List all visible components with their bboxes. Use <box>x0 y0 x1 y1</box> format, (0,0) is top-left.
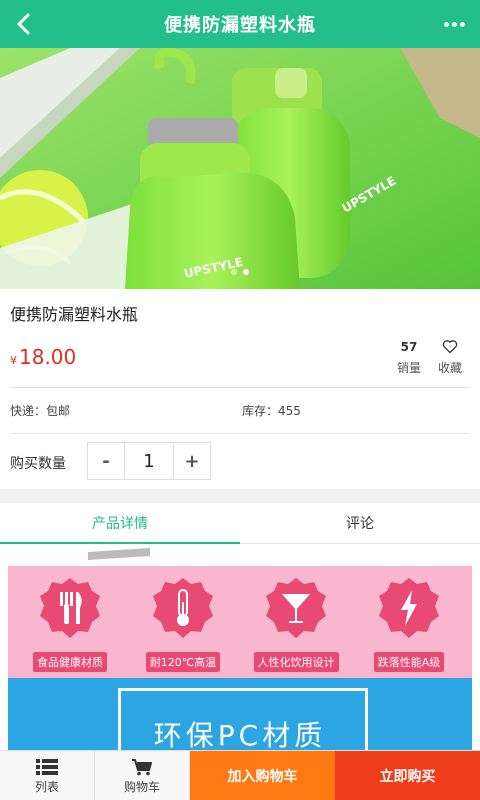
list-icon <box>36 759 58 775</box>
product-photo: UPSTYLE UPSTYLE <box>0 48 480 289</box>
feature-caption: 人性化饮用设计 <box>253 652 339 672</box>
feature-item: 跌落性能A级 <box>359 576 459 672</box>
shipping-info: 快递：包邮 <box>10 404 71 418</box>
thermometer-icon <box>153 578 213 638</box>
carousel-dot[interactable] <box>231 269 237 275</box>
sales-stat: 57 销量 <box>389 339 429 376</box>
carousel-dot-active[interactable] <box>243 269 249 275</box>
feature-item: 食品健康材质 <box>20 576 120 672</box>
feature-caption: 耐120℃高温 <box>145 652 221 672</box>
chevron-left-icon <box>17 13 30 35</box>
increase-quantity-button[interactable]: + <box>174 443 210 479</box>
product-name: 便携防漏塑料水瓶 <box>10 305 139 324</box>
decorative-stripe <box>88 548 150 560</box>
quantity-label: 购买数量 <box>10 456 66 472</box>
dot-icon <box>459 21 465 27</box>
divider <box>10 433 470 434</box>
list-button[interactable]: 列表 <box>0 751 95 800</box>
product-info-card: 便携防漏塑料水瓶 ¥18.00 57 销量 收藏 快递：包邮 库存：455 购买… <box>0 289 480 489</box>
shopping-cart-icon <box>132 759 152 776</box>
favorite-label: 收藏 <box>437 361 462 375</box>
stock-info: 库存：455 <box>242 404 301 418</box>
quantity-value[interactable]: 1 <box>124 443 174 479</box>
product-detail-content: 食品健康材质 耐120℃高温 人性化饮用设计 跌落性能A级 环保PC材质 <box>0 544 480 750</box>
cocktail-icon <box>266 578 326 638</box>
feature-item: 人性化饮用设计 <box>246 576 346 672</box>
material-banner: 环保PC材质 <box>8 678 472 750</box>
back-button[interactable] <box>8 8 40 40</box>
cart-button[interactable]: 购物车 <box>95 751 190 800</box>
detail-tabs: 产品详情 评论 <box>0 503 480 544</box>
add-to-cart-button[interactable]: 加入购物车 <box>190 751 335 800</box>
feature-caption: 食品健康材质 <box>33 652 107 672</box>
dot-icon <box>451 21 457 27</box>
utensils-icon <box>40 578 100 638</box>
bottom-action-bar: 列表 购物车 加入购物车 立即购买 <box>0 750 480 800</box>
carousel-indicator <box>0 269 480 275</box>
more-menu-button[interactable] <box>436 8 472 40</box>
tab-product-details[interactable]: 产品详情 <box>0 503 240 544</box>
decrease-quantity-button[interactable]: - <box>88 443 124 479</box>
quantity-stepper: - 1 + <box>87 442 211 480</box>
currency-symbol: ¥ <box>10 354 17 367</box>
favorite-button[interactable]: 收藏 <box>430 339 470 376</box>
sales-label: 销量 <box>396 361 421 375</box>
cart-label: 购物车 <box>123 780 160 794</box>
buy-now-button[interactable]: 立即购买 <box>335 751 480 800</box>
heart-icon <box>442 340 458 354</box>
dot-icon <box>443 21 449 27</box>
product-price: ¥18.00 <box>10 345 76 369</box>
sales-count: 57 <box>400 340 418 354</box>
top-bar: 便携防漏塑料水瓶 <box>0 0 480 48</box>
page-title: 便携防漏塑料水瓶 <box>164 15 316 36</box>
product-image-carousel[interactable]: UPSTYLE UPSTYLE <box>0 48 480 289</box>
feature-caption: 跌落性能A级 <box>373 652 445 672</box>
tab-reviews[interactable]: 评论 <box>240 503 480 543</box>
list-label: 列表 <box>34 780 59 794</box>
lightning-icon <box>379 578 439 638</box>
banner-title: 环保PC材质 <box>153 719 327 750</box>
feature-item: 耐120℃高温 <box>133 576 233 672</box>
price-value: 18.00 <box>19 345 77 369</box>
divider <box>10 387 470 388</box>
feature-panel: 食品健康材质 耐120℃高温 人性化饮用设计 跌落性能A级 <box>8 566 472 678</box>
